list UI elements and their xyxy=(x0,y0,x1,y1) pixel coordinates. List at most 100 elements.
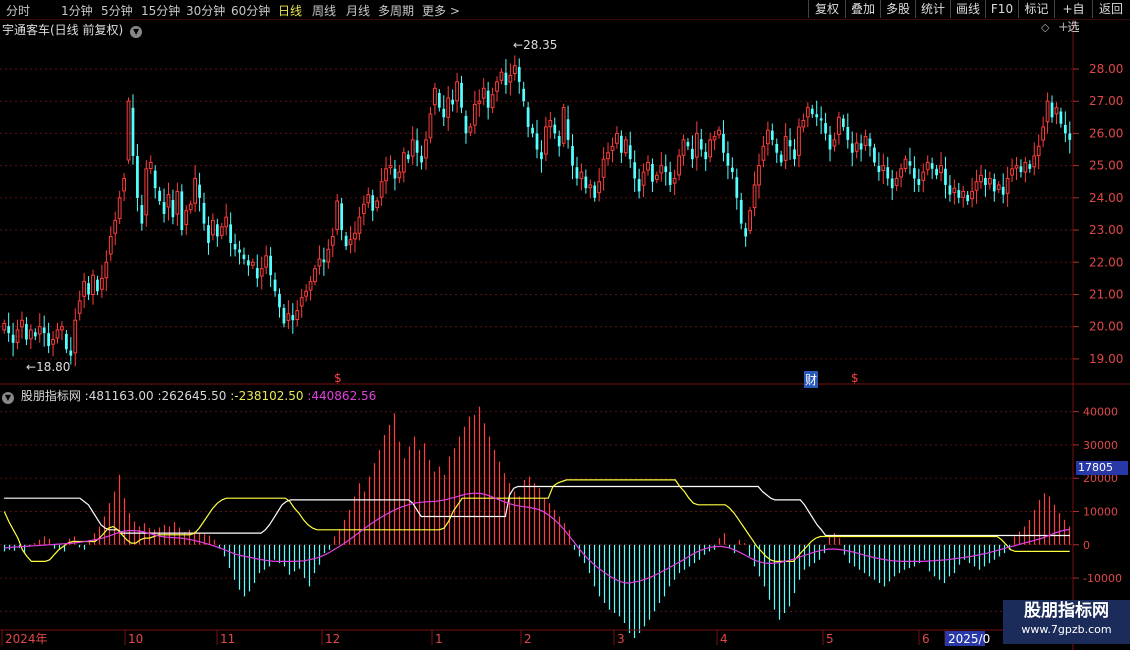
low-price-marker: ←18.80 xyxy=(26,360,71,374)
draw-button[interactable]: 画线 xyxy=(950,0,985,18)
candle-body xyxy=(424,139,428,159)
candle-body xyxy=(224,216,229,228)
candle-body xyxy=(455,81,459,102)
candle-body xyxy=(597,181,602,194)
candle-body xyxy=(1001,186,1005,195)
date-label: 2025/0 xyxy=(948,632,990,646)
candle-body xyxy=(979,174,983,183)
candle-body xyxy=(162,202,166,214)
candle-body xyxy=(553,124,557,134)
chevron-down-icon[interactable]: ▼ xyxy=(130,26,143,38)
candle-body xyxy=(805,107,810,118)
watermark-title: 股朋指标网 xyxy=(1024,601,1109,621)
candle-body xyxy=(1054,107,1059,115)
candle-body xyxy=(47,333,50,347)
candle-body xyxy=(451,99,455,105)
indicator-value-4: 440862.56 xyxy=(311,389,377,403)
candles xyxy=(2,55,1072,367)
candle-body xyxy=(153,170,157,189)
add-watchlist-button[interactable]: +自选 xyxy=(1054,0,1092,34)
candle-body xyxy=(651,163,654,182)
price-tick-label: 24.00 xyxy=(1089,191,1123,205)
indicator-value-1: 481163.00 xyxy=(88,389,154,403)
candle-body xyxy=(308,281,313,291)
candle-body xyxy=(863,136,868,146)
candle-body xyxy=(1032,155,1037,168)
candle-body xyxy=(384,168,388,182)
candle-body xyxy=(677,155,681,176)
candle-body xyxy=(158,190,161,202)
candle-body xyxy=(291,315,295,321)
price-panel-header: 宇通客车(日线 前复权) ▼ xyxy=(2,21,143,38)
candle-body xyxy=(259,268,264,277)
candle-body xyxy=(854,142,859,152)
candle-body xyxy=(531,127,534,134)
candle-body xyxy=(415,140,419,153)
add-icon[interactable]: + xyxy=(1058,20,1069,35)
candle-body xyxy=(304,290,309,297)
candle-body xyxy=(996,184,1001,190)
candle-body xyxy=(903,158,908,169)
price-tick-label: 23.00 xyxy=(1089,223,1123,237)
period-tab-3[interactable]: 15分钟 xyxy=(141,2,180,19)
dividend-marker[interactable]: $ xyxy=(851,371,859,385)
candle-body xyxy=(131,107,135,156)
period-tab-0[interactable]: 分时 xyxy=(6,2,30,19)
candle-body xyxy=(894,178,899,186)
candle-body xyxy=(748,210,752,231)
period-tab-more[interactable]: 更多 > xyxy=(422,2,460,19)
candle-body xyxy=(1041,126,1046,141)
mark-button[interactable]: 标记 xyxy=(1018,0,1054,18)
multi-stock-button[interactable]: 多股 xyxy=(880,0,915,18)
date-label: 2024年 xyxy=(5,632,48,646)
candle-body xyxy=(198,184,201,198)
candle-body xyxy=(1005,178,1010,194)
candle-body xyxy=(104,261,109,279)
candle-body xyxy=(913,168,916,179)
candle-body xyxy=(837,116,841,135)
candle-body xyxy=(326,248,331,263)
candle-body xyxy=(7,326,11,334)
candle-body xyxy=(540,152,543,160)
candle-body xyxy=(1014,165,1019,169)
candle-body xyxy=(37,326,42,335)
period-tab-1[interactable]: 1分钟 xyxy=(61,2,93,19)
candle-body xyxy=(322,259,326,263)
period-tab-4[interactable]: 30分钟 xyxy=(186,2,225,19)
period-tab-9[interactable]: 多周期 xyxy=(378,2,414,19)
candle-body xyxy=(939,165,943,174)
price-tick-label: 25.00 xyxy=(1089,159,1123,173)
period-tab-7[interactable]: 周线 xyxy=(312,2,336,19)
stats-button[interactable]: 统计 xyxy=(915,0,950,18)
candle-body xyxy=(264,255,269,268)
chevron-down-icon[interactable]: ▼ xyxy=(2,392,14,404)
period-toolbar: 分时 1分钟 5分钟 15分钟 30分钟 60分钟 日线 周线 月线 多周期 更… xyxy=(0,0,1130,34)
period-tab-5[interactable]: 60分钟 xyxy=(231,2,270,19)
candle-body xyxy=(619,135,623,153)
f10-button[interactable]: F10 xyxy=(985,0,1018,18)
period-tab-2[interactable]: 5分钟 xyxy=(101,2,133,19)
candle-body xyxy=(2,322,7,331)
price-tick-label: 22.00 xyxy=(1089,255,1123,269)
candle-body xyxy=(952,187,957,194)
date-label: 2 xyxy=(524,632,532,646)
finance-marker[interactable]: 财 xyxy=(804,371,819,388)
candle-body xyxy=(69,350,73,356)
candle-body xyxy=(348,239,353,246)
dividend-marker[interactable]: $ xyxy=(334,371,342,385)
candle-body xyxy=(481,87,486,99)
candle-body xyxy=(1028,164,1032,169)
indicator-tick-label: 10000 xyxy=(1083,506,1118,519)
candle-body xyxy=(428,113,433,139)
period-tab-8[interactable]: 月线 xyxy=(346,2,370,19)
candle-body xyxy=(126,100,131,161)
back-button[interactable]: 返回 xyxy=(1092,0,1129,18)
candle-body xyxy=(974,181,979,191)
candle-body xyxy=(420,155,423,163)
fuquan-button[interactable]: 复权 xyxy=(808,0,845,18)
candle-body xyxy=(984,177,987,185)
candle-body xyxy=(654,174,659,180)
overlay-button[interactable]: 叠加 xyxy=(845,0,880,18)
period-tab-6[interactable]: 日线 xyxy=(278,2,302,19)
diamond-icon[interactable]: ◇ xyxy=(1041,21,1049,34)
